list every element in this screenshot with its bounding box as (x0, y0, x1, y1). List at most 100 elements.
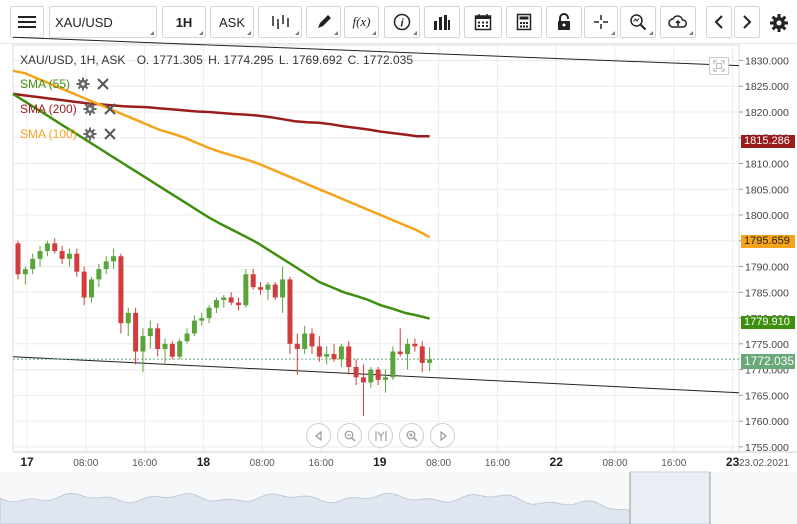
candle (111, 248, 117, 270)
x-tick-label: 23 (726, 455, 740, 469)
y-tick-label: 1760.000 (745, 416, 789, 428)
candle-body (383, 377, 388, 380)
candle (338, 343, 344, 367)
candle (412, 338, 418, 352)
candle-body (96, 269, 102, 280)
candle-body (236, 302, 241, 306)
candle (353, 359, 359, 386)
x-tick-label: 18 (197, 455, 211, 469)
y-tick-label: 1765.000 (745, 390, 789, 402)
candle (169, 341, 175, 360)
candle (250, 269, 256, 290)
candle-body (258, 287, 264, 290)
candle (118, 253, 124, 334)
candle (221, 294, 227, 308)
candle (397, 328, 403, 357)
candle (383, 369, 388, 393)
candle-body (111, 256, 117, 262)
candle-body (346, 346, 352, 367)
candle-body (427, 359, 433, 363)
sma-label: SMA (100) (20, 127, 77, 141)
candle-body (375, 369, 381, 380)
candle-body (118, 256, 124, 324)
close-icon[interactable] (103, 127, 117, 141)
y-tick-label: 1825.000 (745, 81, 789, 93)
candle (96, 263, 102, 288)
scroll-right-icon (439, 430, 447, 441)
candle-body (44, 243, 50, 252)
candle (162, 338, 168, 365)
candle (272, 281, 278, 301)
sma-label: SMA (55) (20, 77, 71, 91)
sma100-price-tag: 1795.659 (741, 235, 795, 248)
gear-icon[interactable] (83, 127, 97, 141)
open-value: O. 1771.305 (136, 53, 203, 67)
zoom-out-button[interactable] (337, 423, 362, 448)
expand-button[interactable] (709, 57, 729, 75)
candle (368, 366, 374, 388)
candle (419, 341, 425, 373)
x-tick-label: 17 (20, 455, 34, 469)
sma-legend-200: SMA (200) (20, 102, 117, 116)
x-tick-label: 16:00 (661, 458, 686, 469)
candle (243, 269, 249, 308)
close-icon[interactable] (96, 77, 110, 91)
expand-icon (713, 60, 725, 72)
y-tick-label: 1800.000 (745, 210, 789, 222)
candle-body (294, 343, 300, 349)
candle (66, 248, 72, 267)
candle-body (265, 284, 271, 290)
y-tick-label: 1790.000 (745, 262, 789, 274)
candle-body (125, 312, 131, 324)
scroll-left-icon (314, 430, 322, 441)
y-tick-label: 1810.000 (745, 158, 789, 170)
candle (228, 292, 234, 306)
sma-legend-55: SMA (55) (20, 77, 110, 91)
x-tick-label: 16:00 (132, 458, 157, 469)
candle (74, 248, 80, 277)
candle-body (397, 351, 403, 355)
candle (59, 245, 65, 264)
close-icon[interactable] (103, 102, 117, 116)
candle-body (280, 279, 286, 298)
candle-body (272, 284, 278, 298)
candle-body (221, 297, 227, 301)
candle (287, 276, 293, 355)
candle-body (103, 261, 109, 270)
high-value: H. 1774.295 (208, 53, 274, 67)
candle (89, 276, 94, 303)
y-tick-label: 1785.000 (745, 287, 789, 299)
candle-body (169, 343, 175, 357)
candle (191, 315, 197, 337)
candle-body (250, 274, 256, 288)
zoom-in-button[interactable] (399, 423, 424, 448)
close-value: C. 1772.035 (347, 53, 413, 67)
candle-body (243, 274, 249, 306)
x-tick-label: 19 (373, 455, 387, 469)
candle-body (15, 243, 21, 275)
navigator-window (629, 471, 711, 524)
x-tick-label: 16:00 (308, 458, 333, 469)
scroll-right-button[interactable] (430, 423, 455, 448)
x-tick-label: 08:00 (250, 458, 275, 469)
candle (147, 320, 153, 349)
candle (37, 245, 43, 267)
scroll-left-button[interactable] (306, 423, 331, 448)
zoom-in-icon (406, 430, 418, 442)
candle-body (37, 251, 43, 259)
sma-legend-100: SMA (100) (20, 127, 117, 141)
fit-button[interactable] (368, 423, 393, 448)
candle (324, 346, 330, 365)
gear-icon[interactable] (76, 77, 90, 91)
chart-navigation (306, 423, 455, 448)
candle (30, 253, 36, 275)
candle (213, 297, 219, 313)
candle-body (133, 312, 139, 352)
navigator-area (0, 471, 797, 524)
candle-body (155, 328, 161, 349)
candle-body (177, 341, 183, 357)
y-tick-label: 1820.000 (745, 107, 789, 119)
gear-icon[interactable] (83, 102, 97, 116)
candle-body (162, 343, 168, 349)
y-tick-label: 1830.000 (745, 55, 789, 67)
